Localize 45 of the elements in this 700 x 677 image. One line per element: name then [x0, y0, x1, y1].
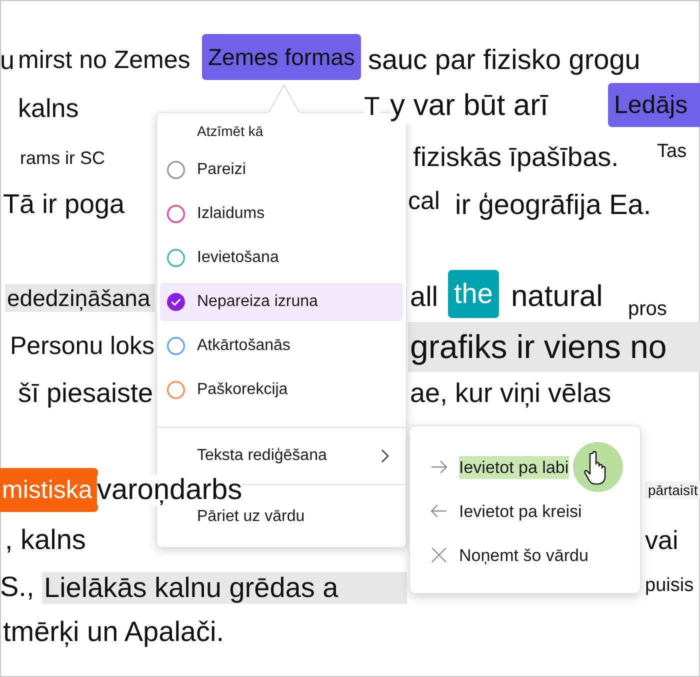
passage-text: Tas: [657, 140, 687, 162]
word-highlight[interactable]: Ledājs: [608, 83, 700, 127]
menu-item[interactable]: Teksta rediģēšana: [157, 443, 406, 469]
menu-heading: Atzīmēt kā: [196, 122, 264, 140]
passage-text: pros: [628, 297, 667, 321]
arrow-right-icon: [430, 458, 448, 476]
menu-option[interactable]: Pareizi: [160, 151, 403, 189]
passage-text: Tā ir poga: [3, 188, 125, 220]
shaded-text: grafiks ir viens no: [408, 322, 700, 372]
passage-text: ir ģeogrāfija Ea.: [455, 188, 652, 222]
menu-item[interactable]: Pāriet uz vārdu: [157, 507, 406, 527]
passage-text: Personu loks: [10, 331, 155, 361]
passage-text: tmērķi un Apalači.: [3, 615, 224, 649]
shaded-text: ededziņāšana: [5, 284, 155, 312]
chevron-right-icon: [381, 449, 389, 463]
submenu-item[interactable]: Noņemt šo vārdu: [410, 533, 640, 577]
passage-text: cal: [408, 186, 440, 216]
passage-text: šī piesaiste: [18, 377, 154, 409]
passage-text: , kalns: [5, 523, 86, 557]
menu-option[interactable]: Nepareiza izruna: [160, 283, 403, 321]
passage-text: mirst no Zemes: [18, 45, 190, 75]
passage-text: varoņdarbs: [97, 475, 242, 505]
passage-text: natural: [511, 279, 603, 315]
passage-text: sauc par fizisko grogu: [368, 43, 640, 77]
passage-text: rams ir SC: [20, 147, 105, 169]
passage-text: vai: [645, 524, 678, 556]
passage-text: fiziskās īpašības.: [413, 141, 619, 173]
cross-icon: [430, 546, 448, 564]
passage-text: S.,: [0, 570, 34, 604]
word-highlight[interactable]: Zemes formas: [202, 34, 361, 80]
menu-option[interactable]: Atkārtošanās: [160, 327, 403, 365]
menu-option[interactable]: Ievietošana: [160, 239, 403, 277]
word-tag: pārtaisīt: [645, 481, 700, 499]
menu-option[interactable]: Izlaidums: [160, 195, 403, 233]
arrow-left-icon: [430, 502, 448, 520]
passage-text: u: [0, 44, 14, 76]
shaded-text: Lielākās kalnu grēdas a: [42, 572, 407, 604]
passage-text: all: [410, 280, 438, 314]
submenu-item[interactable]: Ievietot pa kreisi: [410, 489, 640, 533]
menu-option[interactable]: Paškorekcija: [160, 371, 403, 409]
submenu-item[interactable]: Ievietot pa labi: [410, 445, 640, 489]
passage-text: ae, kur viņi vēlas: [410, 377, 612, 409]
hand-cursor-icon: [573, 442, 623, 492]
passage-text: kalns: [18, 92, 79, 124]
passage-text: puisis: [645, 574, 694, 596]
